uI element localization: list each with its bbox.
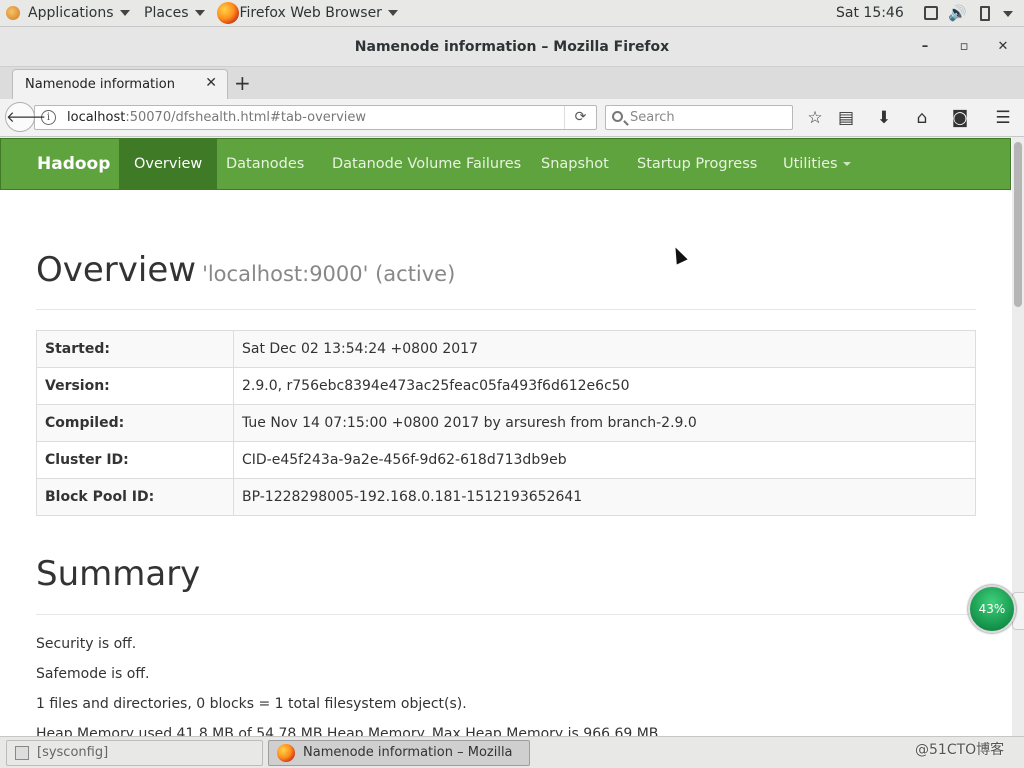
nav-datanodes[interactable]: Datanodes [211, 139, 319, 189]
hadoop-navbar: Hadoop Overview Datanodes Datanode Volum… [0, 138, 1011, 190]
mouse-cursor-icon [670, 244, 688, 265]
url-text[interactable]: localhost:50070/dfshealth.html#tab-overv… [67, 106, 366, 129]
row-key-compiled: Compiled: [36, 404, 234, 442]
summary-heading: Summary [36, 554, 201, 594]
overview-info-table: Started: Sat Dec 02 13:54:24 +0800 2017 V… [36, 330, 976, 516]
table-row: Compiled: Tue Nov 14 07:15:00 +0800 2017 … [36, 404, 976, 442]
reading-list-icon[interactable]: ▤ [835, 107, 857, 129]
downloads-icon[interactable]: ⬇ [873, 107, 895, 129]
nav-startup-progress[interactable]: Startup Progress [622, 139, 772, 189]
window-list-icon[interactable] [924, 6, 938, 20]
row-value-compiled: Tue Nov 14 07:15:00 +0800 2017 by arsure… [233, 404, 976, 442]
reload-icon[interactable]: ⟳ [564, 106, 596, 129]
window-title-bar: Namenode information – Mozilla Firefox –… [0, 27, 1024, 67]
summary-heap-memory: Heap Memory used 41.8 MB of 54.78 MB Hea… [36, 726, 663, 736]
pocket-icon[interactable]: ◙ [949, 107, 971, 129]
browser-app-label: Firefox Web Browser [239, 5, 382, 21]
firefox-icon [277, 743, 295, 762]
search-placeholder: Search [630, 110, 675, 125]
taskbar: [sysconfig] Namenode information – Mozil… [0, 736, 1024, 768]
nav-utilities[interactable]: Utilities [768, 139, 866, 189]
applications-caret-icon [119, 10, 130, 16]
row-key-started: Started: [36, 330, 234, 368]
url-host: localhost [67, 110, 126, 125]
table-row: Cluster ID: CID-e45f243a-9a2e-456f-9d62-6… [36, 441, 976, 479]
battery-icon[interactable] [980, 6, 990, 21]
places-label: Places [144, 5, 189, 21]
overview-heading: Overview'localhost:9000' (active) [36, 250, 455, 290]
applications-label: Applications [28, 5, 114, 21]
hamburger-menu-icon[interactable]: ☰ [992, 107, 1014, 129]
page-scrollbar[interactable] [1012, 138, 1024, 736]
back-button[interactable]: 🡐 [5, 102, 46, 132]
volume-icon[interactable]: 🔊 [948, 0, 967, 27]
overview-subtitle: 'localhost:9000' (active) [202, 262, 456, 286]
close-tab-icon[interactable]: ✕ [205, 75, 217, 91]
page-viewport: Hadoop Overview Datanodes Datanode Volum… [0, 138, 1012, 736]
navigation-toolbar: i localhost:50070/dfshealth.html#tab-ove… [0, 99, 1024, 137]
row-value-cluster-id: CID-e45f243a-9a2e-456f-9d62-618d713db9eb [233, 441, 976, 479]
row-value-version: 2.9.0, r756ebc8394e473ac25feac05fa493f6d… [233, 367, 976, 405]
nav-overview[interactable]: Overview [119, 139, 218, 189]
search-icon [612, 111, 623, 122]
terminal-icon [15, 745, 29, 760]
taskbar-item-label: Namenode information – Mozilla F... [303, 745, 513, 760]
summary-security: Security is off. [36, 636, 137, 652]
browser-app-caret-icon [387, 10, 398, 16]
browser-app-menu[interactable]: Firefox Web Browser [217, 0, 398, 27]
url-bar[interactable]: i localhost:50070/dfshealth.html#tab-ove… [34, 105, 597, 130]
scrollbar-thumb[interactable] [1014, 142, 1022, 307]
places-caret-icon [194, 10, 205, 16]
bookmark-star-icon[interactable]: ☆ [804, 107, 826, 129]
nav-utilities-label: Utilities [783, 156, 838, 172]
system-menu-caret-icon[interactable] [1003, 11, 1013, 17]
nav-datanode-volume-failures[interactable]: Datanode Volume Failures [317, 139, 536, 189]
url-path: :50070/dfshealth.html#tab-overview [125, 110, 367, 125]
row-value-started: Sat Dec 02 13:54:24 +0800 2017 [233, 330, 976, 368]
places-menu[interactable]: Places [144, 0, 205, 27]
table-row: Version: 2.9.0, r756ebc8394e473ac25feac05… [36, 367, 976, 405]
applications-menu[interactable]: Applications [6, 0, 130, 27]
overview-divider [36, 309, 976, 310]
row-key-version: Version: [36, 367, 234, 405]
search-input[interactable]: Search [605, 105, 793, 130]
system-top-bar: Applications Places Firefox Web Browser … [0, 0, 1024, 27]
applications-icon [6, 6, 20, 20]
maximize-button[interactable]: ▫ [952, 27, 976, 67]
taskbar-item-label: [sysconfig] [37, 745, 109, 760]
taskbar-item-firefox[interactable]: Namenode information – Mozilla F... [268, 740, 530, 766]
watermark: @51CTO博客 [915, 742, 1005, 758]
network-usage-widget[interactable]: 43% [968, 585, 1016, 633]
tab-strip: Namenode information ✕ + [0, 67, 1024, 99]
firefox-icon [217, 2, 239, 24]
table-row: Started: Sat Dec 02 13:54:24 +0800 2017 [36, 330, 976, 368]
window-title: Namenode information – Mozilla Firefox [354, 39, 670, 55]
row-key-block-pool-id: Block Pool ID: [36, 478, 234, 516]
home-icon[interactable]: ⌂ [911, 107, 933, 129]
nav-snapshot[interactable]: Snapshot [526, 139, 624, 189]
summary-safemode: Safemode is off. [36, 666, 150, 682]
tab-namenode-information[interactable]: Namenode information ✕ [12, 69, 228, 99]
tab-title: Namenode information [25, 77, 175, 92]
summary-filesystem-objects: 1 files and directories, 0 blocks = 1 to… [36, 696, 467, 712]
hadoop-brand[interactable]: Hadoop [37, 139, 110, 189]
taskbar-item-sysconfig[interactable]: [sysconfig] [6, 740, 263, 766]
close-window-button[interactable]: ✕ [991, 27, 1015, 67]
table-row: Block Pool ID: BP-1228298005-192.168.0.18… [36, 478, 976, 516]
row-key-cluster-id: Cluster ID: [36, 441, 234, 479]
minimize-button[interactable]: – [913, 27, 937, 67]
new-tab-button[interactable]: + [234, 71, 251, 95]
row-value-block-pool-id: BP-1228298005-192.168.0.181-151219365264… [233, 478, 976, 516]
utilities-caret-icon [842, 162, 851, 166]
summary-divider [36, 614, 976, 615]
clock[interactable]: Sat 15:46 [836, 0, 904, 27]
overview-title: Overview [36, 250, 197, 290]
